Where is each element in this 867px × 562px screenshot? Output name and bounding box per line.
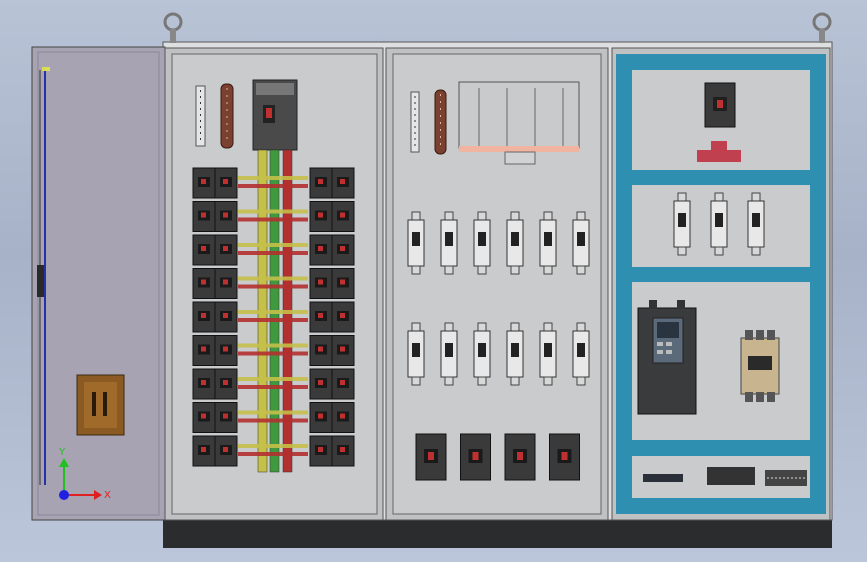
breaker-left-b xyxy=(214,268,238,299)
triad-z-axis xyxy=(59,490,69,500)
fuse-holder-top xyxy=(539,211,557,275)
fuse-holder-middle xyxy=(440,322,458,386)
section-1-distribution xyxy=(164,47,384,521)
small-breaker xyxy=(549,433,580,481)
breaker-left-a xyxy=(192,167,216,199)
breaker-right-b xyxy=(331,201,355,232)
fuse-holder-top xyxy=(572,211,590,275)
main-breaker xyxy=(252,79,298,151)
open-door xyxy=(31,46,166,521)
breaker-left-a xyxy=(192,402,216,433)
breaker-left-b xyxy=(214,368,238,400)
earth-bar-2 xyxy=(434,89,447,155)
lifting-eye-right xyxy=(812,12,832,43)
section-2-fuses xyxy=(385,47,609,521)
fuse-holder-middle xyxy=(506,322,524,386)
cabinet-drawing: X Y xyxy=(31,12,833,548)
breaker-right-a xyxy=(309,402,333,433)
fuse-holder-top xyxy=(473,211,491,275)
terminal-strip-2 xyxy=(410,91,420,153)
fuse-holder-middle xyxy=(407,322,425,386)
breaker-left-b xyxy=(214,301,238,333)
terminal-strip-1 xyxy=(195,85,206,147)
breaker-left-a xyxy=(192,301,216,333)
triad-x-label: X xyxy=(104,490,111,501)
small-breaker xyxy=(504,433,536,481)
breaker-right-b xyxy=(331,435,355,467)
fuse-holder-middle xyxy=(473,322,491,386)
breaker-right-a xyxy=(309,435,333,467)
breaker-right-a xyxy=(309,368,333,400)
fuse-holder-s3 xyxy=(710,192,728,256)
breaker-left-a xyxy=(192,268,216,299)
breaker-left-b xyxy=(214,234,238,266)
triad-y-label: Y xyxy=(58,447,66,458)
breaker-right-b xyxy=(331,167,355,199)
breaker-left-b xyxy=(214,402,238,433)
fuse-holder-top xyxy=(407,211,425,275)
door-pocket xyxy=(76,374,125,436)
earth-bar-1 xyxy=(220,83,234,149)
breaker-left-b xyxy=(214,167,238,199)
small-breaker xyxy=(415,433,447,481)
breaker-right-a xyxy=(309,268,333,299)
breaker-left-b xyxy=(214,201,238,232)
fuse-holder-top xyxy=(440,211,458,275)
breaker-right-b xyxy=(331,268,355,299)
breaker-left-a xyxy=(192,368,216,400)
breaker-left-a xyxy=(192,201,216,232)
breaker-left-b xyxy=(214,335,238,366)
vfd-drive xyxy=(637,300,697,415)
fuse-carrier xyxy=(458,81,580,165)
breaker-right-a xyxy=(309,234,333,266)
breaker-right-b xyxy=(331,335,355,366)
breaker-right-a xyxy=(309,201,333,232)
fuse-holder-middle xyxy=(572,322,590,386)
lifting-eye-left xyxy=(163,12,183,43)
small-breaker xyxy=(460,433,491,481)
contactor xyxy=(740,330,780,402)
breaker-right-b xyxy=(331,368,355,400)
breaker-left-a xyxy=(192,335,216,366)
breaker-left-a xyxy=(192,234,216,266)
control-breaker xyxy=(704,82,736,128)
section-3-drives xyxy=(611,47,831,521)
breaker-right-b xyxy=(331,301,355,333)
breaker-right-b xyxy=(331,402,355,433)
breaker-right-a xyxy=(309,167,333,199)
breaker-right-b xyxy=(331,234,355,266)
fuse-holder-s3 xyxy=(673,192,691,256)
fuse-holder-middle xyxy=(539,322,557,386)
cabinet-base-plinth xyxy=(163,518,832,548)
fuse-holder-top xyxy=(506,211,524,275)
breaker-right-a xyxy=(309,301,333,333)
breaker-left-a xyxy=(192,435,216,467)
fuse-holder-s3 xyxy=(747,192,765,256)
breaker-right-a xyxy=(309,335,333,366)
breaker-left-b xyxy=(214,435,238,467)
